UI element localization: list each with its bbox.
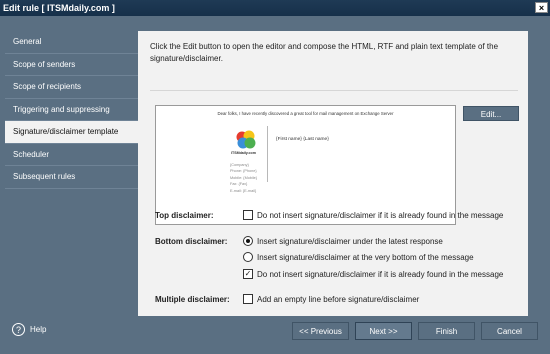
- template-preview: Dear folks, I have recently discovered a…: [155, 105, 456, 225]
- bottom-disclaimer-latest-label: Insert signature/disclaimer under the la…: [257, 236, 443, 246]
- help-label: Help: [30, 325, 47, 334]
- top-disclaimer-label: Top disclaimer:: [155, 211, 214, 220]
- multiple-disclaimer-label: Multiple disclaimer:: [155, 295, 230, 304]
- close-icon[interactable]: ×: [535, 2, 548, 13]
- bottom-disclaimer-skip-option[interactable]: ✓ Do not insert signature/disclaimer if …: [243, 269, 503, 279]
- sidebar: General Scope of senders Scope of recipi…: [5, 31, 138, 189]
- window-title: Edit rule [ ITSMdaily.com ]: [3, 3, 115, 13]
- multiple-disclaimer-option-label: Add an empty line before signature/discl…: [257, 294, 420, 304]
- preview-brand: ITSMdaily.com: [231, 151, 256, 155]
- bottom-disclaimer-label: Bottom disclaimer:: [155, 237, 228, 246]
- preview-contact-line: Phone: {Phone}: [230, 169, 257, 174]
- bottom-disclaimer-bottom-label: Insert signature/disclaimer at the very …: [257, 252, 474, 262]
- preview-name-line: {First name} {Last name}: [276, 137, 329, 142]
- bottom-disclaimer-latest-option[interactable]: Insert signature/disclaimer under the la…: [243, 236, 443, 246]
- sidebar-item-triggering[interactable]: Triggering and suppressing: [5, 99, 138, 121]
- top-disclaimer-checkbox[interactable]: [243, 210, 253, 220]
- bottom-disclaimer-skip-checkbox[interactable]: ✓: [243, 269, 253, 279]
- edit-rule-dialog: Edit rule [ ITSMdaily.com ] × General Sc…: [0, 0, 550, 354]
- edit-button[interactable]: Edit...: [463, 106, 519, 121]
- bottom-disclaimer-bottom-option[interactable]: Insert signature/disclaimer at the very …: [243, 252, 474, 262]
- previous-button[interactable]: << Previous: [292, 322, 349, 340]
- sidebar-item-subsequent-rules[interactable]: Subsequent rules: [5, 166, 138, 189]
- preview-intro-text: Dear folks, I have recently discovered a…: [217, 111, 394, 116]
- brand-logo-icon: [236, 130, 256, 149]
- cancel-button[interactable]: Cancel: [481, 322, 538, 340]
- sidebar-item-scope-of-senders[interactable]: Scope of senders: [5, 54, 138, 76]
- top-disclaimer-option-label: Do not insert signature/disclaimer if it…: [257, 210, 504, 220]
- sidebar-item-general[interactable]: General: [5, 31, 138, 54]
- main-panel: Click the Edit button to open the editor…: [138, 31, 528, 316]
- sidebar-item-scheduler[interactable]: Scheduler: [5, 144, 138, 166]
- sidebar-item-scope-of-recipients[interactable]: Scope of recipients: [5, 76, 138, 99]
- sidebar-item-signature-template[interactable]: Signature/disclaimer template: [5, 121, 138, 144]
- radio-latest-response[interactable]: [243, 236, 253, 246]
- title-bar: Edit rule [ ITSMdaily.com ] ×: [0, 0, 550, 16]
- top-disclaimer-option[interactable]: Do not insert signature/disclaimer if it…: [243, 210, 503, 220]
- multiple-disclaimer-checkbox[interactable]: [243, 294, 253, 304]
- divider: [150, 90, 518, 91]
- help-icon: ?: [12, 323, 25, 336]
- preview-separator: [267, 126, 268, 182]
- preview-contact-block: {Company} Phone: {Phone} Mobile: {Mobile…: [230, 162, 257, 194]
- preview-contact-line: E-mail: {E-mail}: [230, 188, 257, 193]
- next-button[interactable]: Next >>: [355, 322, 412, 340]
- multiple-disclaimer-option[interactable]: Add an empty line before signature/discl…: [243, 294, 419, 304]
- intro-text: Click the Edit button to open the editor…: [150, 42, 499, 63]
- radio-very-bottom[interactable]: [243, 252, 253, 262]
- bottom-disclaimer-skip-label: Do not insert signature/disclaimer if it…: [257, 269, 504, 279]
- finish-button[interactable]: Finish: [418, 322, 475, 340]
- help-link[interactable]: ? Help: [12, 323, 46, 336]
